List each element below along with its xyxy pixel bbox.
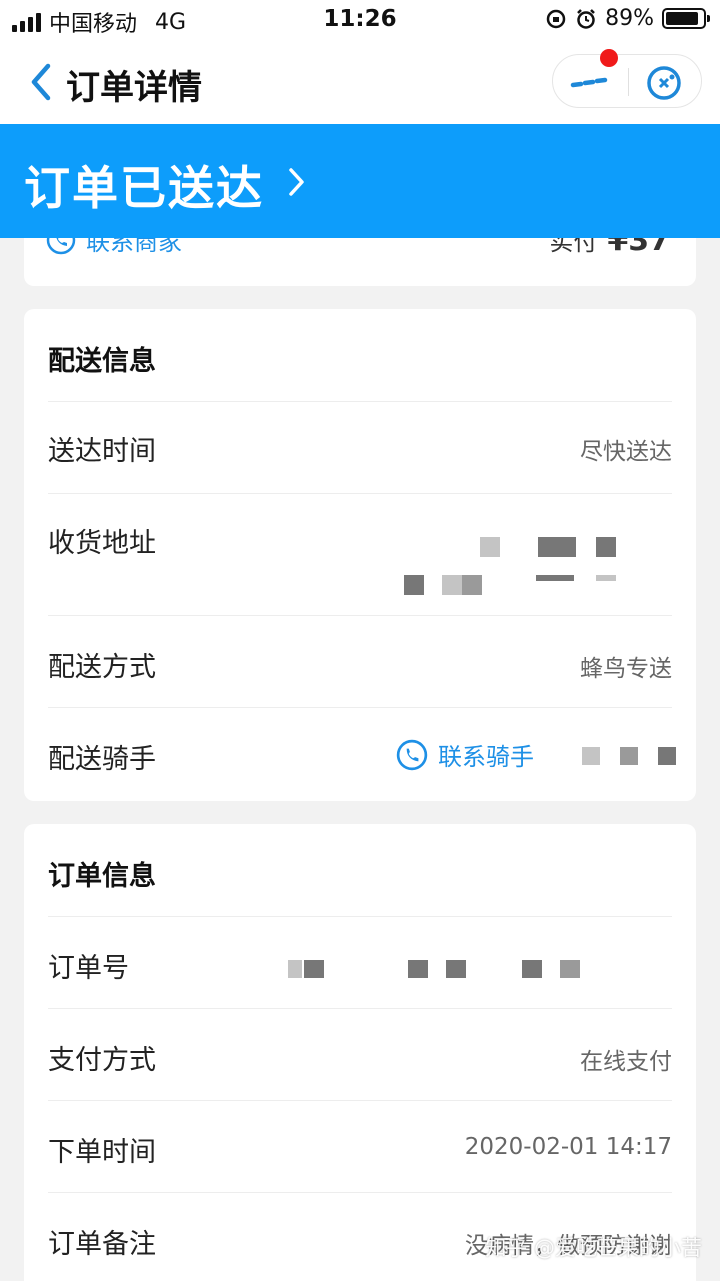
row-label: 送达时间: [48, 436, 156, 467]
mini-program-capsule: [552, 49, 703, 109]
back-arrow-icon[interactable]: [28, 62, 58, 102]
row-label: 收货地址: [48, 528, 156, 559]
delivery-method-row: 配送方式 蜂鸟专送: [48, 615, 672, 707]
row-value: 蜂鸟专送: [580, 656, 672, 682]
order-number-row: 订单号: [48, 916, 672, 1008]
row-label: 订单号: [48, 953, 129, 984]
battery-icon: [662, 8, 710, 29]
close-button[interactable]: [629, 55, 703, 109]
redacted-rider: [582, 747, 600, 765]
redacted-address: [462, 575, 482, 595]
delivery-info-title: 配送信息: [48, 346, 156, 377]
redacted-address: [442, 575, 462, 595]
status-bar: 中国移动 4G 11:26 89%: [0, 0, 720, 40]
chevron-right-icon: [289, 168, 304, 196]
row-value: 在线支付: [580, 1049, 672, 1075]
redacted-order-number: [522, 960, 542, 978]
redacted-address: [596, 537, 616, 557]
row-label: 支付方式: [48, 1045, 156, 1076]
row-label: 下单时间: [48, 1137, 156, 1168]
row-value: 2020-02-01 14:17: [464, 1134, 672, 1160]
notification-badge: [600, 49, 618, 67]
order-info-card: 订单信息 订单号 支付方式 在线支付 下单时间 2020-02-01 14:17…: [24, 824, 696, 1281]
redacted-order-number: [446, 960, 466, 978]
alarm-icon: [577, 8, 595, 29]
row-label: 订单备注: [48, 1229, 156, 1260]
battery-percent: 89%: [605, 6, 654, 31]
redacted-order-number: [288, 960, 302, 978]
order-status-title: 订单已送达: [24, 161, 264, 215]
redacted-address: [404, 575, 424, 595]
redacted-order-number: [304, 960, 324, 978]
contact-rider-link[interactable]: 联系骑手: [396, 737, 534, 772]
more-dots-icon: [570, 77, 608, 88]
rotation-lock-icon: [546, 9, 566, 28]
battery-fill: [666, 12, 699, 25]
rider-row: 配送骑手 联系骑手: [48, 707, 676, 799]
phone-icon: [396, 739, 428, 770]
order-status-banner[interactable]: 订单已送达: [0, 124, 720, 238]
close-target-icon: [647, 66, 681, 100]
screen: 中国移动 4G 11:26 89% 订单详情 联系商家 实付 ¥37 订单已送达…: [0, 0, 720, 1281]
order-info-title: 订单信息: [48, 861, 156, 892]
redacted-order-number: [560, 960, 580, 978]
redacted-address: [538, 537, 576, 557]
redacted-address: [536, 575, 574, 581]
payment-method-row: 支付方式 在线支付: [48, 1008, 672, 1100]
page-title: 订单详情: [66, 68, 202, 108]
row-label: 配送方式: [48, 652, 156, 683]
row-label: 配送骑手: [48, 744, 156, 775]
delivery-time-row: 送达时间 尽快送达: [48, 401, 672, 493]
address-row: 收货地址: [48, 493, 672, 615]
redacted-address: [596, 575, 616, 581]
redacted-rider: [620, 747, 638, 765]
row-value: 尽快送达: [580, 439, 672, 465]
nav-bar: 订单详情: [0, 40, 720, 124]
more-button[interactable]: [553, 49, 628, 109]
order-time-row: 下单时间 2020-02-01 14:17: [48, 1100, 672, 1192]
redacted-order-number: [408, 960, 428, 978]
delivery-info-card: 配送信息 送达时间 尽快送达 收货地址 配送方式 蜂鸟专送 配送骑手 联系骑手: [24, 309, 696, 801]
redacted-rider: [658, 747, 676, 765]
redacted-address: [480, 537, 500, 557]
contact-rider-label: 联系骑手: [438, 743, 534, 771]
status-right: 89%: [545, 6, 710, 31]
watermark: 知乎 @爱吃芒果的小苦: [485, 1236, 702, 1260]
